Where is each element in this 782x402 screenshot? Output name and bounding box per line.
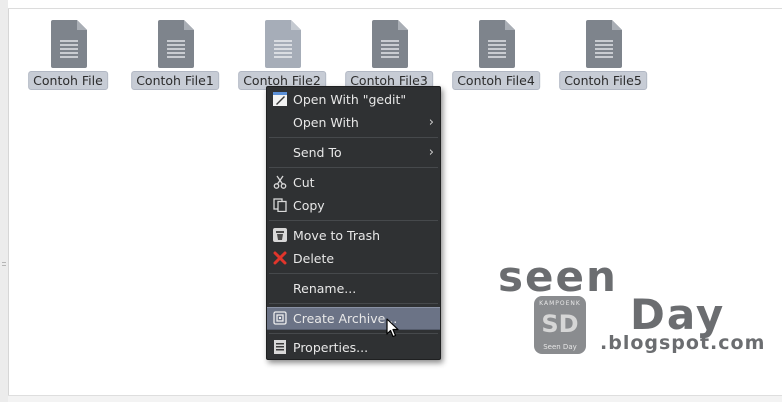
menu-item-label: Move to Trash — [293, 228, 381, 243]
scissors-icon — [273, 175, 287, 189]
submenu-arrow-icon: › — [428, 145, 434, 160]
properties-icon — [274, 340, 286, 354]
watermark: seen Day .blogspot.com KAMPOENK SD Seen … — [490, 252, 770, 362]
menu-separator — [269, 303, 438, 304]
window-bottom-edge — [8, 395, 782, 402]
context-menu: Open With "gedit" Open With › Send To › … — [266, 86, 441, 360]
file-item[interactable]: Contoh File4 — [446, 20, 546, 96]
menu-separator — [269, 220, 438, 221]
menu-item-label: Delete — [293, 251, 335, 266]
menu-item-send-to[interactable]: Send To › — [267, 142, 440, 163]
file-item[interactable]: Contoh File5 — [553, 20, 653, 96]
menu-item-delete[interactable]: Delete — [267, 248, 440, 269]
watermark-logo-top: KAMPOENK — [539, 300, 581, 307]
file-item[interactable]: Contoh File — [18, 20, 118, 96]
text-file-icon — [51, 20, 87, 68]
watermark-logo: KAMPOENK SD Seen Day — [534, 296, 586, 354]
trash-icon — [273, 228, 287, 242]
menu-item-label: Copy — [293, 198, 325, 213]
watermark-logo-mark: SD — [541, 310, 579, 338]
file-item[interactable]: Contoh File1 — [125, 20, 225, 96]
window-top-edge — [8, 0, 782, 9]
text-file-icon — [479, 20, 515, 68]
menu-item-label: Send To — [293, 145, 342, 160]
gedit-icon — [273, 92, 287, 106]
menu-item-move-to-trash[interactable]: Move to Trash — [267, 225, 440, 246]
archive-icon — [273, 311, 287, 325]
menu-item-rename[interactable]: Rename... — [267, 278, 440, 299]
menu-item-label: Open With — [293, 115, 359, 130]
file-name-label[interactable]: Contoh File5 — [559, 71, 647, 90]
watermark-line1: seen — [498, 252, 618, 301]
text-file-icon — [586, 20, 622, 68]
watermark-logo-bottom: Seen Day — [543, 343, 577, 351]
watermark-domain: .blogspot.com — [600, 332, 766, 354]
menu-item-properties[interactable]: Properties... — [267, 337, 440, 358]
text-file-icon — [265, 20, 301, 68]
mouse-pointer-icon — [386, 318, 399, 338]
text-file-icon — [372, 20, 408, 68]
file-name-label[interactable]: Contoh File4 — [452, 71, 540, 90]
menu-item-label: Create Archive... — [293, 311, 398, 326]
resize-grip[interactable] — [2, 262, 6, 270]
menu-item-copy[interactable]: Copy — [267, 195, 440, 216]
file-item[interactable]: Contoh File2 — [232, 20, 332, 96]
menu-separator — [269, 333, 438, 334]
window-left-edge — [0, 0, 9, 402]
file-item[interactable]: Contoh File3 — [339, 20, 439, 96]
menu-item-label: Open With "gedit" — [293, 92, 407, 107]
menu-item-label: Rename... — [293, 281, 357, 296]
copy-icon — [273, 198, 287, 212]
menu-item-cut[interactable]: Cut — [267, 172, 440, 193]
menu-item-open-with-gedit[interactable]: Open With "gedit" — [267, 89, 440, 110]
menu-item-label: Properties... — [293, 340, 369, 355]
menu-item-open-with[interactable]: Open With › — [267, 112, 440, 133]
menu-separator — [269, 273, 438, 274]
file-name-label[interactable]: Contoh File — [28, 71, 108, 90]
submenu-arrow-icon: › — [428, 115, 434, 130]
menu-item-label: Cut — [293, 175, 315, 190]
file-name-label[interactable]: Contoh File1 — [131, 71, 219, 90]
menu-item-create-archive[interactable]: Create Archive... — [267, 307, 440, 330]
menu-separator — [269, 137, 438, 138]
delete-icon — [273, 251, 287, 265]
text-file-icon — [158, 20, 194, 68]
menu-separator — [269, 167, 438, 168]
